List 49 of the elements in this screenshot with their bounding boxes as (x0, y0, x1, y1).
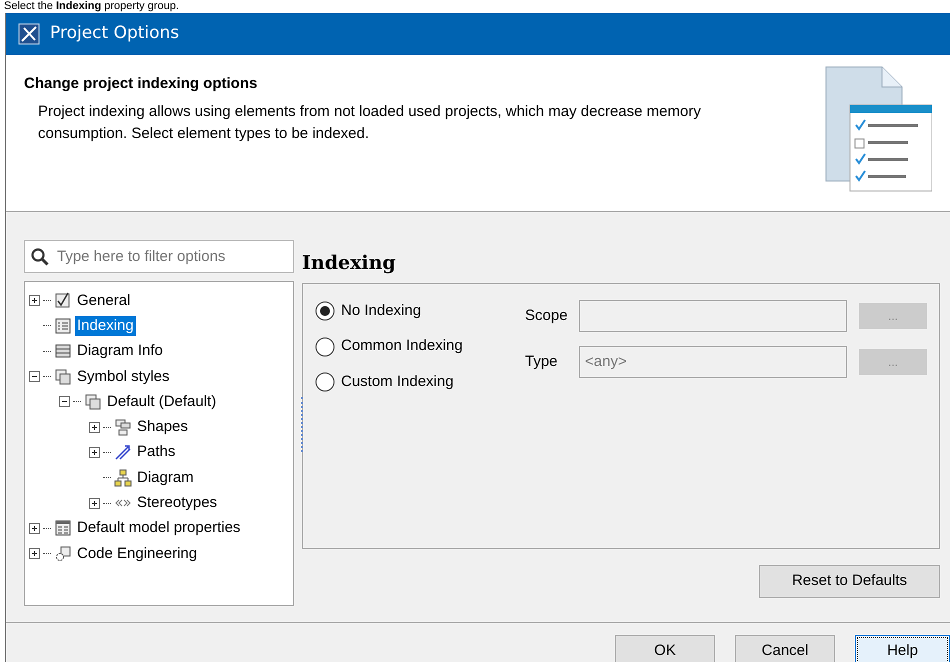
filter-field[interactable]: Type here to filter options (24, 240, 294, 273)
field-label: Scope (525, 306, 569, 326)
collapse-icon[interactable] (29, 371, 40, 382)
field-label: Type (525, 352, 559, 372)
radio-label[interactable]: Common Indexing (341, 335, 463, 358)
double-arrow-icon (114, 443, 132, 462)
dialog-button[interactable]: OK (615, 635, 715, 662)
expand-icon[interactable] (89, 422, 100, 433)
tree-item[interactable]: Default (Default) (105, 392, 218, 412)
radio-button[interactable] (315, 372, 335, 392)
tree-item[interactable]: Indexing (75, 316, 136, 336)
window-title: Project Options (50, 22, 180, 46)
tree-item[interactable]: Stereotypes (135, 493, 220, 514)
checkbox-icon (54, 292, 72, 310)
collapse-icon[interactable] (59, 396, 70, 408)
tree-item[interactable]: General (75, 290, 132, 311)
list-icon (54, 316, 72, 335)
header-description: Project indexing allows using elements from not loaded used projects, which may decrease memory consumption. Select element types to be indexed. (38, 102, 702, 144)
tree-item[interactable]: Default model properties (75, 518, 242, 538)
panel-title: Indexing (302, 252, 397, 275)
tree-item[interactable]: Paths (135, 442, 178, 462)
expand-icon[interactable] (29, 548, 40, 560)
radio-label[interactable]: Custom Indexing (341, 370, 454, 394)
splitter-handle[interactable] (301, 397, 304, 452)
hierarchy-icon (114, 468, 132, 487)
expand-icon[interactable] (89, 446, 100, 458)
radio-button[interactable] (315, 301, 335, 322)
caption-text: Select the Indexing property group. (3, 0, 180, 13)
table-icon (54, 519, 72, 538)
expand-icon[interactable] (89, 498, 100, 509)
stacked-squares-icon (54, 368, 72, 386)
dialog-button[interactable]: Cancel (735, 635, 835, 662)
table-icon (54, 342, 72, 360)
radio-button[interactable] (315, 336, 335, 357)
app-icon (18, 23, 40, 45)
tree-item[interactable]: Diagram Info (75, 341, 165, 362)
shapes-icon (114, 418, 132, 436)
expand-icon[interactable] (29, 522, 40, 534)
expand-icon[interactable] (29, 295, 40, 306)
reset-button[interactable]: Reset to Defaults (759, 564, 940, 598)
radio-label[interactable]: No Indexing (341, 300, 422, 322)
dialog-button[interactable]: Help (855, 635, 950, 662)
tree-item[interactable]: Code Engineering (75, 544, 200, 564)
tree-item[interactable]: Shapes (135, 417, 190, 438)
header-title: Change project indexing options (24, 75, 258, 93)
gear-window-icon (54, 544, 72, 563)
tree-item[interactable]: Diagram (135, 468, 196, 488)
stacked-squares-icon (84, 392, 102, 411)
tree-item[interactable]: Symbol styles (75, 366, 172, 387)
